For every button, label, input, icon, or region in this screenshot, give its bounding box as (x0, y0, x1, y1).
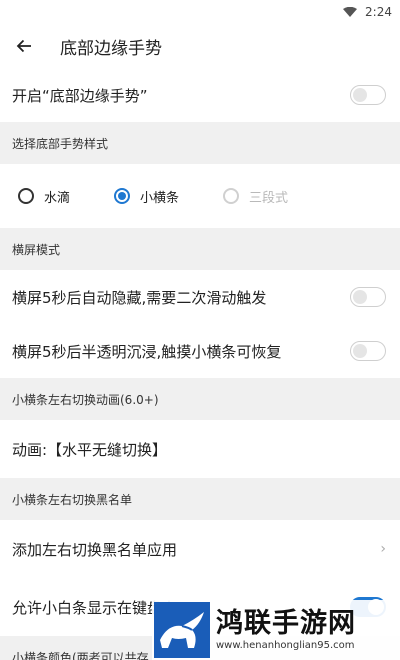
wifi-icon (343, 7, 358, 17)
chevron-right-icon: › (380, 541, 386, 557)
animation-section-header: 小横条左右切换动画(6.0+) (0, 378, 400, 420)
status-bar: 2:24 (0, 0, 400, 24)
enable-gesture-toggle[interactable] (350, 85, 386, 105)
landscape-translucent-row[interactable]: 横屏5秒后半透明沉浸,触摸小横条可恢复 (0, 324, 400, 378)
landscape-translucent-toggle[interactable] (350, 341, 386, 361)
radio-waterdrop[interactable]: 水滴 (18, 187, 70, 206)
enable-gesture-label: 开启“底部边缘手势” (12, 86, 148, 105)
watermark: 鸿联手游网 www.henanhonglian95.com (152, 600, 400, 660)
style-section-label: 选择底部手势样式 (12, 136, 109, 151)
landscape-autohide-toggle[interactable] (350, 287, 386, 307)
toggle-knob (353, 88, 367, 102)
radio-circle (18, 188, 34, 204)
radio-circle (223, 188, 240, 204)
radio-three-segment[interactable]: 三段式 (223, 187, 288, 206)
watermark-brand: 鸿联手游网 (216, 608, 356, 639)
blacklist-row[interactable]: 添加左右切换黑名单应用 › (0, 520, 400, 578)
radio-circle (114, 188, 131, 204)
back-arrow-icon[interactable] (12, 34, 36, 58)
status-time: 2:24 (365, 5, 392, 19)
style-section-header: 选择底部手势样式 (0, 122, 400, 164)
animation-row[interactable]: 动画:【水平无缝切换】 (0, 420, 400, 478)
color-section-label: 小横条颜色(两者可以共存, (12, 650, 153, 660)
watermark-text: 鸿联手游网 www.henanhonglian95.com (216, 608, 356, 652)
style-radio-group: 水滴 小横条 三段式 (0, 164, 400, 228)
toggle-knob (353, 290, 367, 304)
radio-label: 小横条 (140, 190, 180, 206)
landscape-autohide-row[interactable]: 横屏5秒后自动隐藏,需要二次滑动触发 (0, 270, 400, 324)
page-title: 底部边缘手势 (60, 38, 162, 59)
radio-label: 水滴 (44, 190, 71, 206)
toggle-knob (353, 344, 367, 358)
app-bar: 底部边缘手势 (0, 24, 400, 68)
bull-logo-icon (154, 602, 210, 658)
watermark-url: www.henanhonglian95.com (216, 640, 355, 651)
radio-label: 三段式 (249, 190, 289, 206)
animation-section-label: 小横条左右切换动画(6.0+) (12, 392, 159, 407)
blacklist-section-header: 小横条左右切换黑名单 (0, 478, 400, 520)
blacklist-section-label: 小横条左右切换黑名单 (12, 492, 133, 507)
landscape-section-label: 横屏模式 (12, 242, 61, 257)
blacklist-label: 添加左右切换黑名单应用 (12, 540, 178, 559)
animation-label: 动画:【水平无缝切换】 (12, 440, 168, 459)
landscape-section-header: 横屏模式 (0, 228, 400, 270)
landscape-translucent-label: 横屏5秒后半透明沉浸,触摸小横条可恢复 (12, 342, 282, 361)
enable-gesture-row[interactable]: 开启“底部边缘手势” (0, 68, 400, 122)
landscape-autohide-label: 横屏5秒后自动隐藏,需要二次滑动触发 (12, 288, 267, 307)
radio-small-bar[interactable]: 小横条 (114, 187, 179, 206)
